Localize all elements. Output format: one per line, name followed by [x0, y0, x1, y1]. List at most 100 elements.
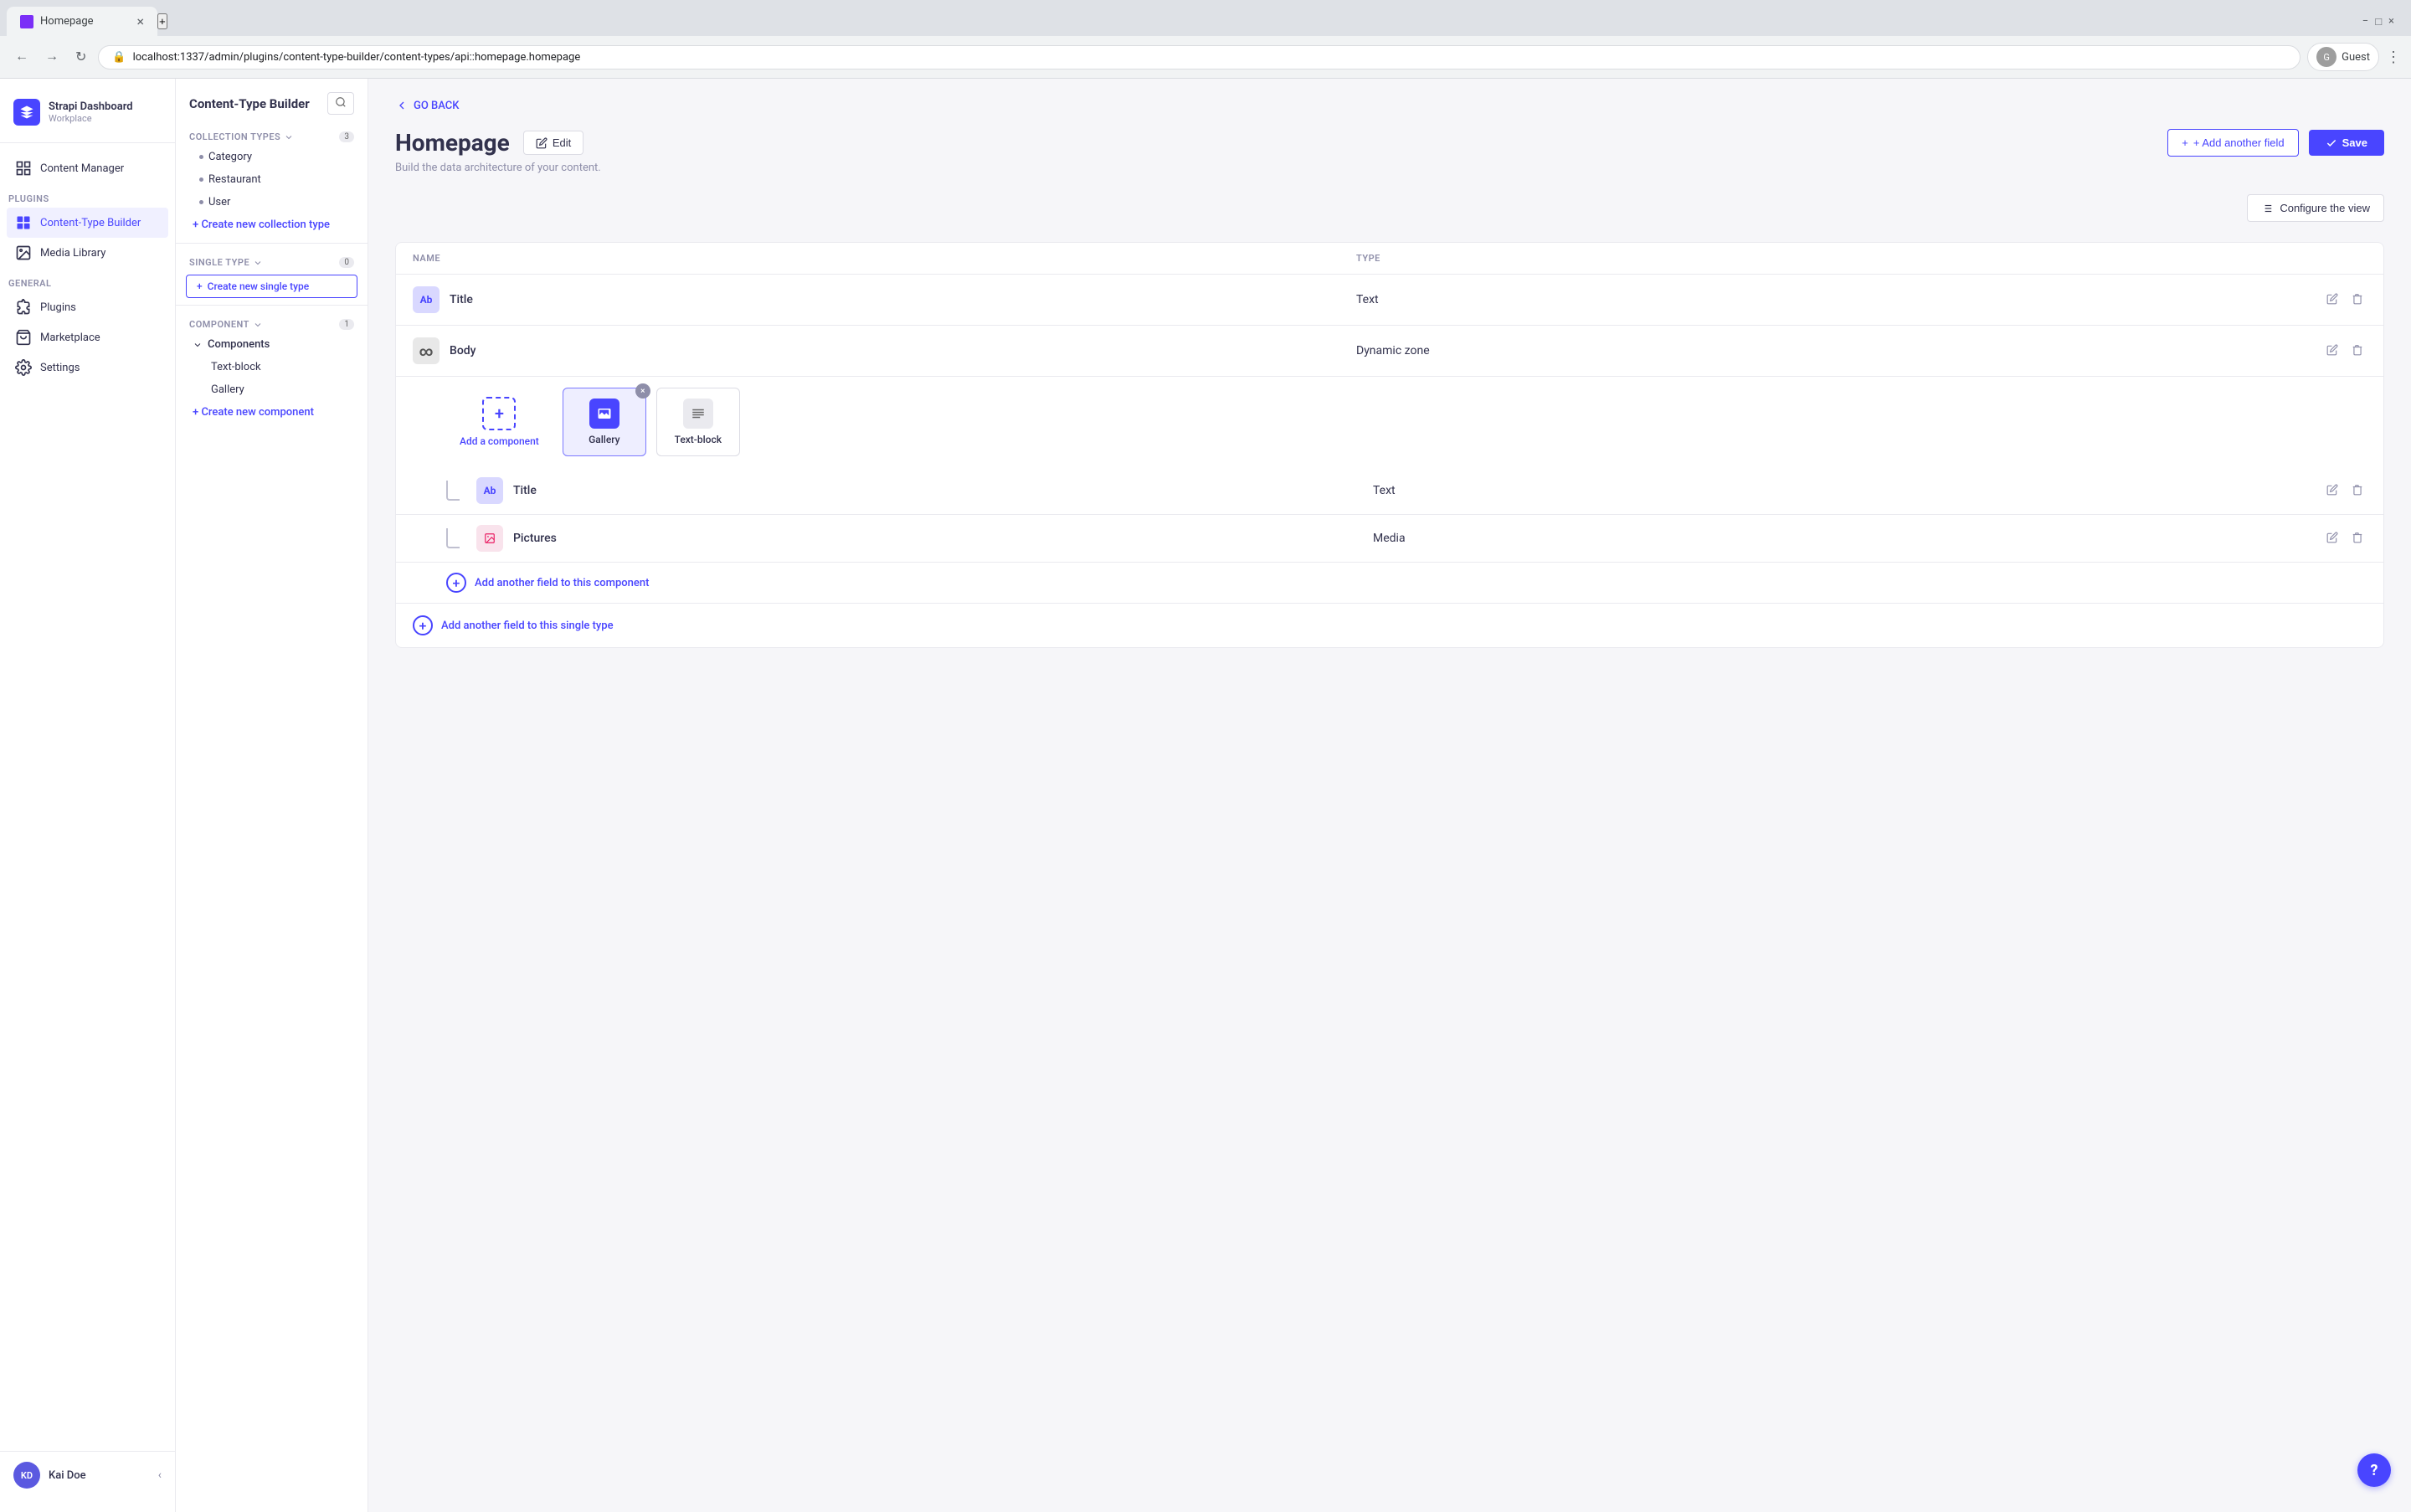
add-field-component-label: Add another field to this component — [475, 577, 649, 589]
single-type-header: SINGLE TYPE 0 — [176, 250, 368, 271]
collection-items: Category Restaurant User + Create new co… — [176, 146, 368, 236]
panel-item-category[interactable]: Category — [176, 146, 368, 168]
delete-nested-title-btn[interactable] — [2348, 481, 2367, 501]
component-header: COMPONENT 1 — [176, 312, 368, 333]
configure-view-label: Configure the view — [2280, 202, 2370, 214]
forward-btn[interactable]: → — [40, 46, 64, 68]
collection-count: 3 — [339, 131, 354, 142]
component-item-text-block[interactable]: Text-block — [656, 388, 740, 456]
gallery-close-btn[interactable]: × — [635, 383, 650, 399]
delete-field-body-btn[interactable] — [2348, 341, 2367, 362]
menu-dots[interactable]: ⋮ — [2386, 49, 2401, 66]
help-btn[interactable]: ? — [2357, 1453, 2391, 1487]
create-collection-btn[interactable]: + Create new collection type — [176, 213, 368, 236]
sidebar-item-content-type-builder-label: Content-Type Builder — [40, 217, 141, 229]
panel-item-user[interactable]: User — [176, 191, 368, 213]
browser-chrome: Homepage × + − □ × ← → ↻ 🔒 localhost:133… — [0, 0, 2411, 79]
dot-icon — [199, 200, 203, 204]
panel-item-category-label: Category — [208, 151, 252, 163]
save-btn[interactable]: Save — [2309, 130, 2384, 156]
active-tab[interactable]: Homepage × — [7, 7, 157, 36]
back-btn[interactable]: ← — [10, 46, 33, 68]
edit-btn[interactable]: Edit — [523, 131, 583, 155]
brand-subtitle: Workplace — [49, 113, 133, 124]
component-label: COMPONENT — [189, 319, 263, 330]
add-component-btn[interactable]: + Add a component — [446, 387, 553, 457]
tab-close-btn[interactable]: × — [136, 13, 144, 29]
field-actions-title — [2300, 290, 2367, 311]
panel-item-restaurant[interactable]: Restaurant — [176, 168, 368, 191]
table-header: NAME TYPE — [396, 243, 2383, 275]
panel-item-text-block-label: Text-block — [211, 361, 261, 373]
edit-nested-pictures-btn[interactable] — [2323, 528, 2342, 549]
table-row-body: ∞ Body Dynamic zone — [396, 326, 2383, 604]
save-btn-label: Save — [2342, 136, 2367, 149]
nested-row-pictures: Pictures Media — [396, 515, 2383, 563]
add-field-to-single-type-btn[interactable]: + Add another field to this single type — [396, 604, 2383, 647]
create-component-btn[interactable]: + Create new component — [176, 401, 368, 424]
field-type-title: Text — [1356, 293, 2300, 306]
new-tab-btn[interactable]: + — [157, 13, 167, 29]
add-field-to-component-btn[interactable]: + Add another field to this component — [396, 563, 2383, 603]
sidebar-item-content-manager[interactable]: Content Manager — [7, 153, 168, 183]
window-minimize[interactable]: − — [2362, 15, 2368, 28]
sidebar-item-media-library[interactable]: Media Library — [7, 238, 168, 268]
gallery-label: Gallery — [589, 434, 619, 445]
window-close[interactable]: × — [2388, 15, 2394, 28]
window-maximize[interactable]: □ — [2375, 15, 2382, 28]
reload-btn[interactable]: ↻ — [70, 45, 91, 69]
plugins-section-label: PLUGINS — [0, 183, 175, 208]
nested-field-type-title: Text — [1373, 484, 2300, 497]
sidebar-item-settings[interactable]: Settings — [7, 352, 168, 383]
brand-icon — [13, 99, 40, 126]
components-group[interactable]: Components — [176, 333, 368, 356]
create-single-type-btn[interactable]: + Create new single type — [186, 275, 357, 298]
add-field-circle-icon: + — [446, 573, 466, 593]
sidebar-item-plugins[interactable]: Plugins — [7, 292, 168, 322]
panel-item-gallery-label: Gallery — [211, 383, 244, 396]
delete-field-title-btn[interactable] — [2348, 290, 2367, 311]
address-bar[interactable]: 🔒 localhost:1337/admin/plugins/content-t… — [98, 45, 2300, 69]
text-block-icon — [683, 399, 713, 429]
component-item-gallery[interactable]: × Gallery — [563, 388, 646, 456]
field-name-body: ∞ Body — [413, 337, 1356, 364]
sidebar-item-content-manager-label: Content Manager — [40, 162, 124, 175]
edit-field-title-btn[interactable] — [2323, 290, 2342, 311]
sidebar-item-marketplace[interactable]: Marketplace — [7, 322, 168, 352]
panel-search-btn[interactable] — [327, 92, 354, 115]
dot-icon — [199, 155, 203, 159]
go-back-btn[interactable]: GO BACK — [395, 99, 2384, 112]
nested-field-actions-title — [2300, 481, 2367, 501]
sidebar: Strapi Dashboard Workplace Content Manag… — [0, 79, 176, 1512]
create-component-label: + Create new component — [193, 406, 314, 419]
nested-text-icon: Ab — [476, 477, 503, 504]
panel-item-text-block[interactable]: Text-block — [176, 356, 368, 378]
sidebar-item-media-library-label: Media Library — [40, 247, 105, 260]
go-back-label: GO BACK — [414, 100, 459, 112]
lock-icon: 🔒 — [112, 51, 126, 64]
panel-item-user-label: User — [208, 196, 230, 208]
nested-field-label-pictures: Pictures — [513, 532, 557, 545]
divider-1 — [176, 243, 368, 244]
profile-btn[interactable]: G Guest — [2307, 43, 2379, 71]
collection-types-header: COLLECTION TYPES 3 — [176, 125, 368, 146]
edit-nested-title-btn[interactable] — [2323, 481, 2342, 501]
profile-avatar: G — [2316, 47, 2336, 67]
sidebar-footer: KD Kai Doe ‹ — [0, 1451, 175, 1499]
delete-nested-pictures-btn[interactable] — [2348, 528, 2367, 549]
configure-view-btn[interactable]: Configure the view — [2247, 194, 2384, 222]
page-header: Homepage Edit Build the data architectur… — [395, 129, 2384, 174]
plus-icon: + — [197, 280, 203, 292]
edit-field-body-btn[interactable] — [2323, 341, 2342, 362]
collection-types-label: COLLECTION TYPES — [189, 131, 294, 142]
nav-section-main: Content Manager — [0, 153, 175, 183]
page-title: Homepage — [395, 129, 510, 157]
user-name: Kai Doe — [49, 1469, 86, 1482]
field-name-title: Ab Title — [413, 286, 1356, 313]
sidebar-item-content-type-builder[interactable]: Content-Type Builder — [7, 208, 168, 238]
add-another-field-btn[interactable]: + + Add another field — [2167, 129, 2298, 157]
edit-btn-label: Edit — [553, 136, 571, 149]
sidebar-collapse-btn[interactable]: ‹ — [158, 1468, 162, 1482]
components-group-label: Components — [208, 338, 270, 351]
panel-item-gallery[interactable]: Gallery — [176, 378, 368, 401]
